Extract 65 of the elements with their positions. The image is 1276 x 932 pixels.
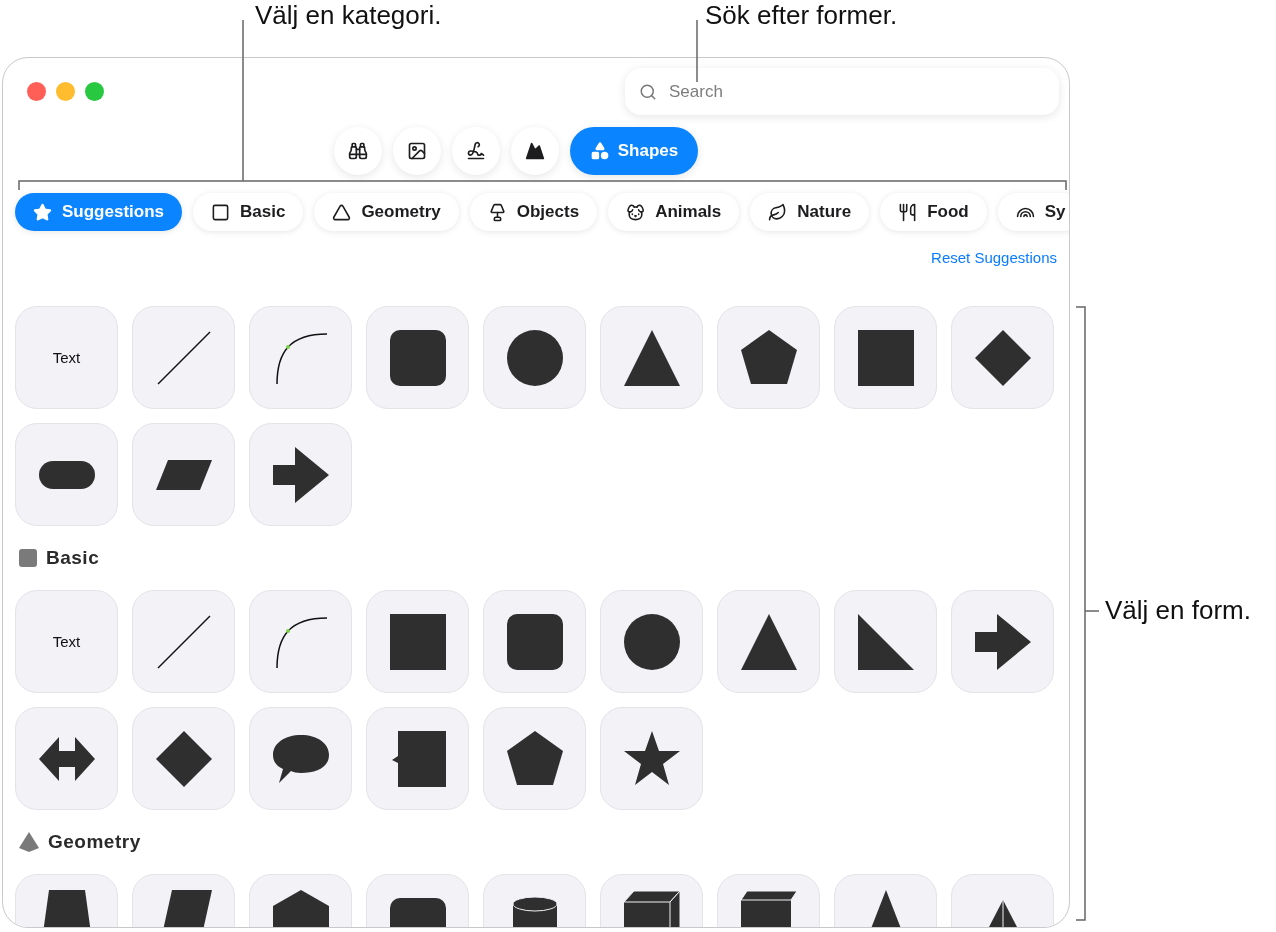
square-icon (211, 202, 230, 222)
callout-label: Välj en kategori. (255, 0, 442, 31)
shape-tile[interactable] (366, 707, 469, 810)
category-tab[interactable]: Geometry (314, 193, 459, 231)
shape-tile[interactable] (483, 707, 586, 810)
shape-tile[interactable] (600, 707, 703, 810)
shape-tile[interactable] (132, 707, 235, 810)
source-tab[interactable] (333, 127, 382, 175)
square-icon (18, 548, 38, 568)
signature-icon (465, 141, 486, 161)
callout-label: Välj en form. (1105, 595, 1251, 626)
shape-tile[interactable] (249, 707, 352, 810)
shape-tile[interactable] (132, 306, 235, 409)
shape-tile[interactable] (951, 590, 1054, 693)
close-button[interactable] (27, 82, 46, 101)
shape-tile[interactable] (366, 590, 469, 693)
source-tab[interactable] (451, 127, 500, 175)
shape-tile[interactable] (483, 590, 586, 693)
mountain-icon (524, 141, 545, 161)
dog-icon (626, 202, 646, 222)
shape-tile[interactable] (717, 306, 820, 409)
source-tab[interactable] (510, 127, 559, 175)
shape-tile[interactable] (951, 306, 1054, 409)
shape-tile[interactable] (483, 306, 586, 409)
shape-tile[interactable] (600, 590, 703, 693)
shape-tile[interactable] (249, 590, 352, 693)
shape-tile[interactable] (132, 590, 235, 693)
leaf-icon (768, 202, 788, 222)
shape-tile[interactable] (600, 306, 703, 409)
shape-tile[interactable] (132, 423, 235, 526)
source-tab[interactable] (392, 127, 441, 175)
image-icon (406, 141, 427, 161)
callout-label: Sök efter former. (705, 0, 898, 31)
search-icon (639, 82, 657, 101)
section-title: Geometry (48, 831, 141, 853)
category-tab[interactable]: Basic (193, 193, 304, 231)
text-label: Text (52, 349, 81, 366)
shape-tile[interactable] (834, 590, 937, 693)
shape-tile[interactable] (15, 423, 118, 526)
star-icon (33, 202, 52, 222)
shape-tile[interactable] (249, 423, 352, 526)
search-input[interactable]: Search (667, 80, 1045, 103)
shape-tile[interactable] (834, 306, 937, 409)
shape-tile[interactable]: Text (15, 590, 118, 693)
leader-line (696, 19, 698, 83)
category-tab[interactable]: Food (880, 193, 987, 231)
category-tab[interactable]: Suggestions (15, 193, 182, 231)
binoculars-icon (347, 141, 368, 161)
category-tab[interactable]: Nature (750, 193, 870, 231)
shape-tile[interactable] (249, 306, 352, 409)
shape-tile[interactable] (366, 306, 469, 409)
food-icon (898, 202, 918, 222)
category-tab[interactable]: Objects (469, 193, 598, 231)
text-label: Text (52, 633, 81, 650)
shapes-icon (589, 141, 610, 161)
shape-tile[interactable] (15, 707, 118, 810)
lamp-icon (487, 202, 507, 222)
search-field[interactable]: Search (625, 68, 1059, 115)
source-tab[interactable]: Shapes (569, 127, 699, 175)
category-tab[interactable]: Sy (997, 193, 1069, 231)
reset-suggestions-link[interactable]: Reset Suggestions (931, 249, 1057, 266)
category-tab[interactable]: Animals (608, 193, 740, 231)
shape-tile[interactable]: Text (15, 306, 118, 409)
section-title: Basic (46, 547, 100, 569)
shape-tile[interactable] (717, 590, 820, 693)
